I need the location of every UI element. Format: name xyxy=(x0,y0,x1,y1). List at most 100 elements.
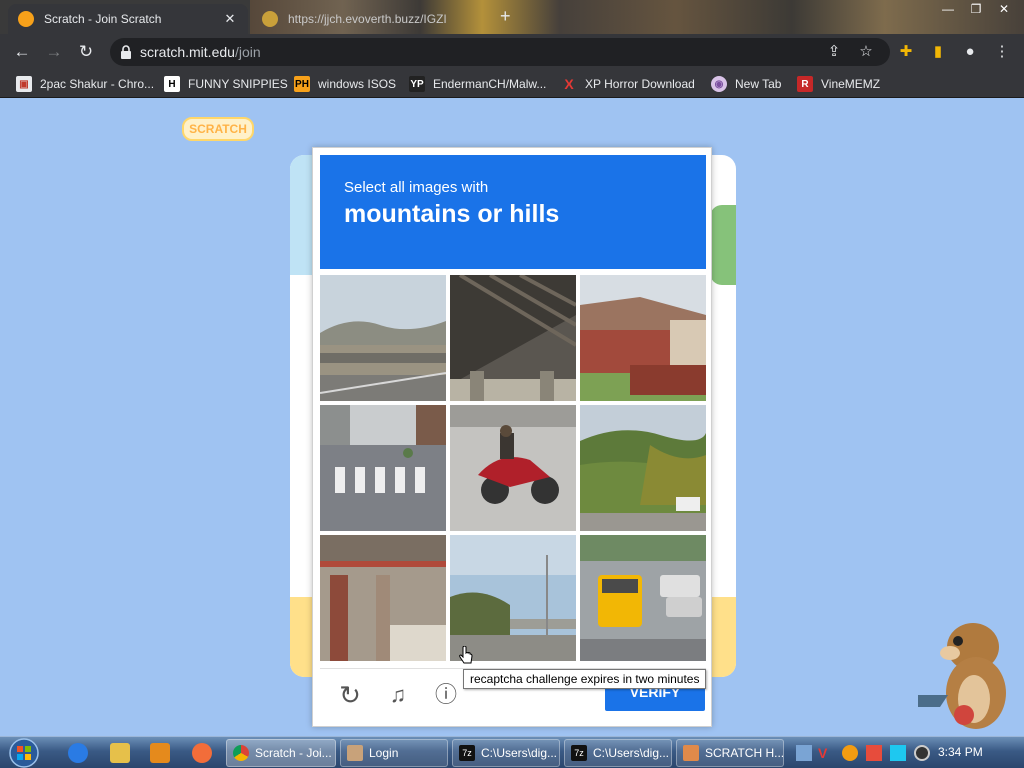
tab-suspicious-url[interactable]: https://jjch.evoverth.buzz/IGZI xyxy=(252,4,482,34)
task-label: C:\Users\dig... xyxy=(593,746,670,760)
yp-logo-icon: YP xyxy=(409,76,425,92)
captcha-target: mountains or hills xyxy=(344,200,560,228)
extensions-puzzle-icon[interactable]: ✚ xyxy=(896,42,916,62)
7zip-icon: 7z xyxy=(459,745,475,761)
taskbar-item-chrome[interactable]: Scratch - Joi... xyxy=(226,739,336,767)
scratch-logo[interactable]: SCRATCH xyxy=(182,117,254,141)
captcha-image-grid xyxy=(320,275,706,661)
bookmark-endermanch[interactable]: YP EndermanCH/Malw... xyxy=(409,75,546,93)
taskbar-item-scratch-h[interactable]: SCRATCH H... xyxy=(676,739,784,767)
tool-icon xyxy=(683,745,699,761)
globe-icon: ◉ xyxy=(711,76,727,92)
bookmark-funny-snippies[interactable]: H FUNNY SNIPPIES xyxy=(164,75,288,93)
tab-scratch-join[interactable]: Scratch - Join Scratch ✕ xyxy=(8,4,248,34)
captcha-tile-4[interactable] xyxy=(320,405,446,531)
chrome-icon xyxy=(233,745,249,761)
r-logo-icon: R xyxy=(797,76,813,92)
ph-logo-icon: PH xyxy=(294,76,310,92)
bookmark-star-icon[interactable]: ☆ xyxy=(856,42,876,62)
bookmark-label: 2pac Shakur - Chro... xyxy=(40,77,155,91)
captcha-tile-3[interactable] xyxy=(580,275,706,401)
recaptcha-challenge: Select all images with mountains or hill… xyxy=(312,147,712,727)
card-decoration-right xyxy=(710,205,736,285)
url-path: /join xyxy=(234,44,261,60)
captcha-tile-6[interactable] xyxy=(580,405,706,531)
bookmark-label: VineMEMZ xyxy=(821,77,881,91)
taskbar-item-7zip-1[interactable]: 7z C:\Users\dig... xyxy=(452,739,560,767)
new-tab-button[interactable]: + xyxy=(500,6,511,27)
task-label: Login xyxy=(369,746,399,760)
app-icon xyxy=(347,745,363,761)
captcha-tile-7[interactable] xyxy=(320,535,446,661)
bookmark-label: windows ISOS xyxy=(318,77,397,91)
bookmark-label: FUNNY SNIPPIES xyxy=(188,77,288,91)
windows-logo-icon xyxy=(9,738,39,768)
restore-button[interactable]: ❐ xyxy=(962,0,990,18)
tray-v-icon[interactable]: V xyxy=(818,745,834,761)
h-logo-icon: H xyxy=(164,76,180,92)
taskbar-clock[interactable]: 3:34 PM xyxy=(938,745,983,759)
start-button[interactable] xyxy=(4,737,44,768)
info-icon[interactable]: ⓘ xyxy=(432,681,460,709)
task-label: Scratch - Joi... xyxy=(255,746,332,760)
captcha-tile-9[interactable] xyxy=(580,535,706,661)
app-launcher-icon[interactable] xyxy=(192,743,212,763)
tab-title: https://jjch.evoverth.buzz/IGZI xyxy=(288,12,447,26)
tray-network-icon[interactable] xyxy=(890,745,906,761)
tab-title: Scratch - Join Scratch xyxy=(44,12,162,26)
bookmark-label: XP Horror Download xyxy=(585,77,695,91)
bookmark-vinememz[interactable]: R VineMEMZ xyxy=(797,75,880,93)
captcha-tile-5[interactable] xyxy=(450,405,576,531)
back-arrow-icon[interactable]: ← xyxy=(12,42,32,62)
media-player-icon[interactable] xyxy=(150,743,170,763)
reload-icon[interactable]: ↻ xyxy=(76,42,96,62)
address-bar[interactable]: scratch.mit.edu /join xyxy=(110,38,890,66)
captcha-tile-2[interactable] xyxy=(450,275,576,401)
close-tab-icon[interactable]: ✕ xyxy=(222,11,238,27)
bookmark-windows-isos[interactable]: PH windows ISOS xyxy=(294,75,396,93)
7zip-icon: 7z xyxy=(571,745,587,761)
captcha-instruction: Select all images with xyxy=(344,179,489,196)
bookmark-label: New Tab xyxy=(735,77,782,91)
task-label: SCRATCH H... xyxy=(705,746,784,760)
bookmarks-bar: ▣ 2pac Shakur - Chro... H FUNNY SNIPPIES… xyxy=(0,70,1024,98)
globe-icon xyxy=(262,11,278,27)
tray-search-icon[interactable] xyxy=(842,745,858,761)
tray-flag-icon[interactable] xyxy=(866,745,882,761)
chrome-store-icon: ▣ xyxy=(16,76,32,92)
taskbar-item-7zip-2[interactable]: 7z C:\Users\dig... xyxy=(564,739,672,767)
gopher-mascot-image xyxy=(918,623,1006,729)
bookmark-2pac[interactable]: ▣ 2pac Shakur - Chro... xyxy=(16,75,154,93)
lock-icon xyxy=(121,45,131,59)
audio-challenge-headphones-icon[interactable]: ♫ xyxy=(384,681,412,709)
url-host: scratch.mit.edu xyxy=(140,44,235,60)
tooltip-expiry: recaptcha challenge expires in two minut… xyxy=(463,669,707,689)
captcha-tile-8[interactable] xyxy=(450,535,576,661)
task-label: C:\Users\dig... xyxy=(481,746,558,760)
bookmark-xp-horror[interactable]: X XP Horror Download xyxy=(561,75,695,93)
close-window-button[interactable]: ✕ xyxy=(990,0,1018,18)
tray-volume-icon[interactable] xyxy=(914,745,930,761)
hand-cursor-icon xyxy=(459,646,473,664)
internet-explorer-icon[interactable] xyxy=(68,743,88,763)
tray-app-icon[interactable] xyxy=(796,745,812,761)
bookmark-new-tab[interactable]: ◉ New Tab xyxy=(711,75,781,93)
file-explorer-icon[interactable] xyxy=(110,743,130,763)
tab-strip: Scratch - Join Scratch ✕ https://jjch.ev… xyxy=(0,0,1024,34)
minimize-button[interactable]: — xyxy=(934,0,962,18)
forward-arrow-icon[interactable]: → xyxy=(44,42,64,62)
captcha-tile-1[interactable] xyxy=(320,275,446,401)
scratch-cat-icon xyxy=(18,11,34,27)
taskbar-item-login[interactable]: Login xyxy=(340,739,448,767)
profile-avatar-icon[interactable]: ● xyxy=(960,42,980,62)
browser-toolbar: ← → ↻ scratch.mit.edu /join ⇪ ☆ ✚ ▮ ● ⋮ xyxy=(0,34,1024,70)
windows-taskbar: Scratch - Joi... Login 7z C:\Users\dig..… xyxy=(0,736,1024,768)
menu-kebab-icon[interactable]: ⋮ xyxy=(992,42,1012,62)
card-decoration-left xyxy=(290,155,314,275)
x-logo-icon: X xyxy=(564,76,574,92)
share-icon[interactable]: ⇪ xyxy=(824,42,844,62)
reload-challenge-icon[interactable]: ↻ xyxy=(336,681,364,709)
side-panel-icon[interactable]: ▮ xyxy=(928,42,948,62)
bookmark-label: EndermanCH/Malw... xyxy=(433,77,547,91)
captcha-header: Select all images with mountains or hill… xyxy=(320,155,706,269)
